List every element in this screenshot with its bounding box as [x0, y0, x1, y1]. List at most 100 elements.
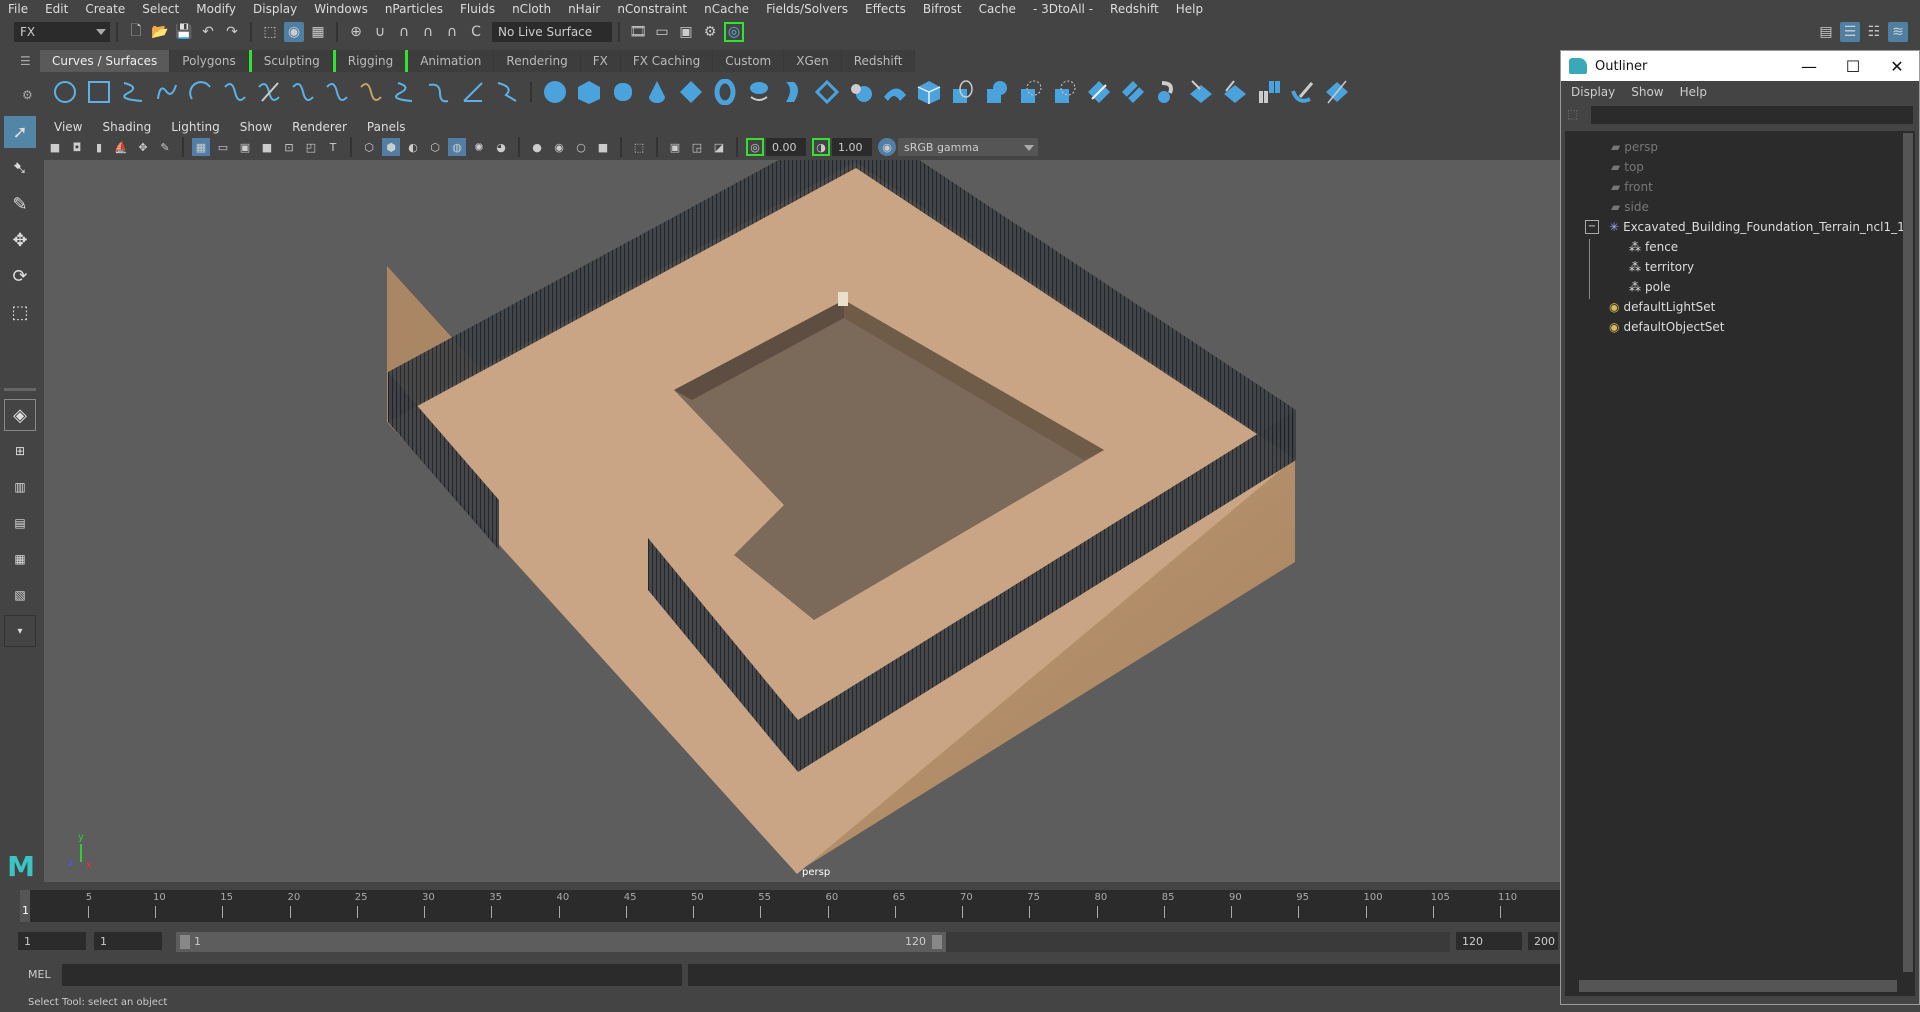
outliner-item-top[interactable]: ▰ top: [1565, 157, 1915, 177]
revolve-icon[interactable]: [746, 79, 772, 105]
snap-live-icon[interactable]: ∩: [442, 22, 462, 42]
tab-polygons[interactable]: Polygons: [170, 50, 249, 72]
grid-icon[interactable]: ▦: [192, 138, 210, 156]
select-by-hierarchy-icon[interactable]: ⬚: [260, 22, 280, 42]
panel-menu-renderer[interactable]: Renderer: [292, 120, 347, 134]
menu-fluids[interactable]: Fluids: [460, 2, 495, 16]
xray-components-icon[interactable]: ◪: [710, 138, 728, 156]
gamma-icon[interactable]: ◑: [812, 138, 830, 156]
range-end-handle[interactable]: [932, 935, 942, 949]
xray-joints-icon[interactable]: ◲: [688, 138, 706, 156]
menu-select[interactable]: Select: [142, 2, 179, 16]
nurbs-torus-icon[interactable]: [712, 79, 738, 105]
layout-more-icon[interactable]: ▾: [4, 615, 36, 647]
menu-modify[interactable]: Modify: [196, 2, 236, 16]
move-tool-icon[interactable]: ✥: [4, 224, 36, 256]
attach-surfaces-icon[interactable]: [1154, 79, 1180, 105]
xray-icon[interactable]: ▣: [666, 138, 684, 156]
redo-icon[interactable]: ↷: [222, 22, 242, 42]
edit-point-curve-icon[interactable]: [494, 79, 520, 105]
menu-help[interactable]: Help: [1176, 2, 1203, 16]
render-current-frame-icon[interactable]: ▭: [652, 22, 672, 42]
detach-surfaces-icon[interactable]: [1188, 79, 1214, 105]
menu-set-dropdown[interactable]: FX: [14, 22, 110, 42]
viewport-persp[interactable]: persp y x z: [44, 160, 1560, 882]
start-time-field[interactable]: 1: [18, 932, 86, 950]
ipr-render-icon[interactable]: ▣: [676, 22, 696, 42]
depth-of-field-icon[interactable]: ■: [594, 138, 612, 156]
extend-curve-icon[interactable]: [324, 79, 350, 105]
intersect-icon[interactable]: [1018, 79, 1044, 105]
persp-graph-layout-icon[interactable]: ▤: [4, 507, 36, 539]
outliner-item-persp[interactable]: ▰ persp: [1565, 137, 1915, 157]
outliner-menu-help[interactable]: Help: [1680, 85, 1707, 99]
nurbs-sphere-icon[interactable]: [542, 79, 568, 105]
command-input[interactable]: [62, 964, 682, 986]
snap-point-icon[interactable]: ∩: [394, 22, 414, 42]
surface-editing-icon[interactable]: [1324, 79, 1350, 105]
camera-attributes-icon[interactable]: ◘: [68, 138, 86, 156]
tab-fx[interactable]: FX: [580, 50, 621, 72]
render-settings-icon[interactable]: ⚙: [700, 22, 720, 42]
select-by-object-icon[interactable]: ◉: [284, 22, 304, 42]
minimize-button[interactable]: —: [1787, 51, 1831, 81]
time-slider[interactable]: 1 5 10 15 20 25 30 35 40 45 50 55 60 65 70 75 80 85 90 95 1…: [20, 890, 1560, 922]
nurbs-cone-icon[interactable]: [644, 79, 670, 105]
untrim-icon[interactable]: [1120, 79, 1146, 105]
curve-tool-2-icon[interactable]: [290, 79, 316, 105]
vertical-scrollbar[interactable]: [1903, 133, 1913, 972]
new-scene-icon[interactable]: 🗋: [126, 22, 146, 42]
menu-cache[interactable]: Cache: [979, 2, 1016, 16]
menu-nhair[interactable]: nHair: [568, 2, 600, 16]
snap-curve-icon[interactable]: ∪: [370, 22, 390, 42]
playback-end-field[interactable]: 120: [1456, 932, 1522, 950]
snap-grid-icon[interactable]: ⊕: [346, 22, 366, 42]
smooth-shade-icon[interactable]: ⬢: [382, 138, 400, 156]
menu-nparticles[interactable]: nParticles: [385, 2, 443, 16]
channel-box-icon[interactable]: ≋: [1888, 22, 1908, 42]
menu-create[interactable]: Create: [85, 2, 125, 16]
birail-icon[interactable]: [882, 79, 908, 105]
tab-animation[interactable]: Animation: [408, 50, 495, 72]
fillet-curve-icon[interactable]: [426, 79, 452, 105]
safe-action-icon[interactable]: ◰: [302, 138, 320, 156]
grease-pencil-icon[interactable]: ✎: [156, 138, 174, 156]
anti-aliasing-icon[interactable]: ○: [572, 138, 590, 156]
textured-icon[interactable]: ◍: [448, 138, 466, 156]
outliner-menu-show[interactable]: Show: [1631, 85, 1663, 99]
tab-custom[interactable]: Custom: [713, 50, 785, 72]
snap-view-plane-icon[interactable]: ∩: [418, 22, 438, 42]
trim-tool-icon[interactable]: [1086, 79, 1112, 105]
cut-curve-icon[interactable]: [256, 79, 282, 105]
screen-space-ao-icon[interactable]: ●: [528, 138, 546, 156]
loft-icon[interactable]: [780, 79, 806, 105]
end-time-field[interactable]: 200: [1528, 932, 1558, 950]
film-gate-icon[interactable]: ▭: [214, 138, 232, 156]
maximize-button[interactable]: ☐: [1831, 51, 1875, 81]
menu-ncache[interactable]: nCache: [704, 2, 749, 16]
shelf-settings-icon[interactable]: ⚙: [22, 88, 33, 102]
tool-settings-icon[interactable]: ☷: [1864, 22, 1884, 42]
outliner-item-front[interactable]: ▰ front: [1565, 177, 1915, 197]
menu-effects[interactable]: Effects: [865, 2, 906, 16]
filter-icon[interactable]: ⬚: [1567, 107, 1583, 123]
wireframe-on-shaded-icon[interactable]: ⬡: [426, 138, 444, 156]
close-button[interactable]: ✕: [1875, 51, 1919, 81]
command-language-label[interactable]: MEL: [28, 968, 51, 981]
save-scene-icon[interactable]: 💾: [174, 22, 194, 42]
shadows-icon[interactable]: ◕: [492, 138, 510, 156]
panel-menu-lighting[interactable]: Lighting: [171, 120, 220, 134]
project-curve-icon[interactable]: [1052, 79, 1078, 105]
gate-mask-icon[interactable]: ■: [258, 138, 276, 156]
single-perspective-layout-icon[interactable]: ◈: [4, 399, 36, 431]
range-slider[interactable]: 1 120: [176, 932, 946, 952]
outliner-title-bar[interactable]: Outliner — ☐ ✕: [1561, 51, 1919, 81]
menu-fields-solvers[interactable]: Fields/Solvers: [766, 2, 848, 16]
use-default-material-icon[interactable]: ◐: [404, 138, 422, 156]
two-d-pan-zoom-icon[interactable]: ✥: [134, 138, 152, 156]
gamma-field[interactable]: 1.00: [832, 138, 872, 156]
panel-menu-show[interactable]: Show: [240, 120, 272, 134]
field-chart-icon[interactable]: ⊡: [280, 138, 298, 156]
bevel-icon[interactable]: [984, 79, 1010, 105]
tab-curves-surfaces[interactable]: Curves / Surfaces: [40, 50, 171, 72]
